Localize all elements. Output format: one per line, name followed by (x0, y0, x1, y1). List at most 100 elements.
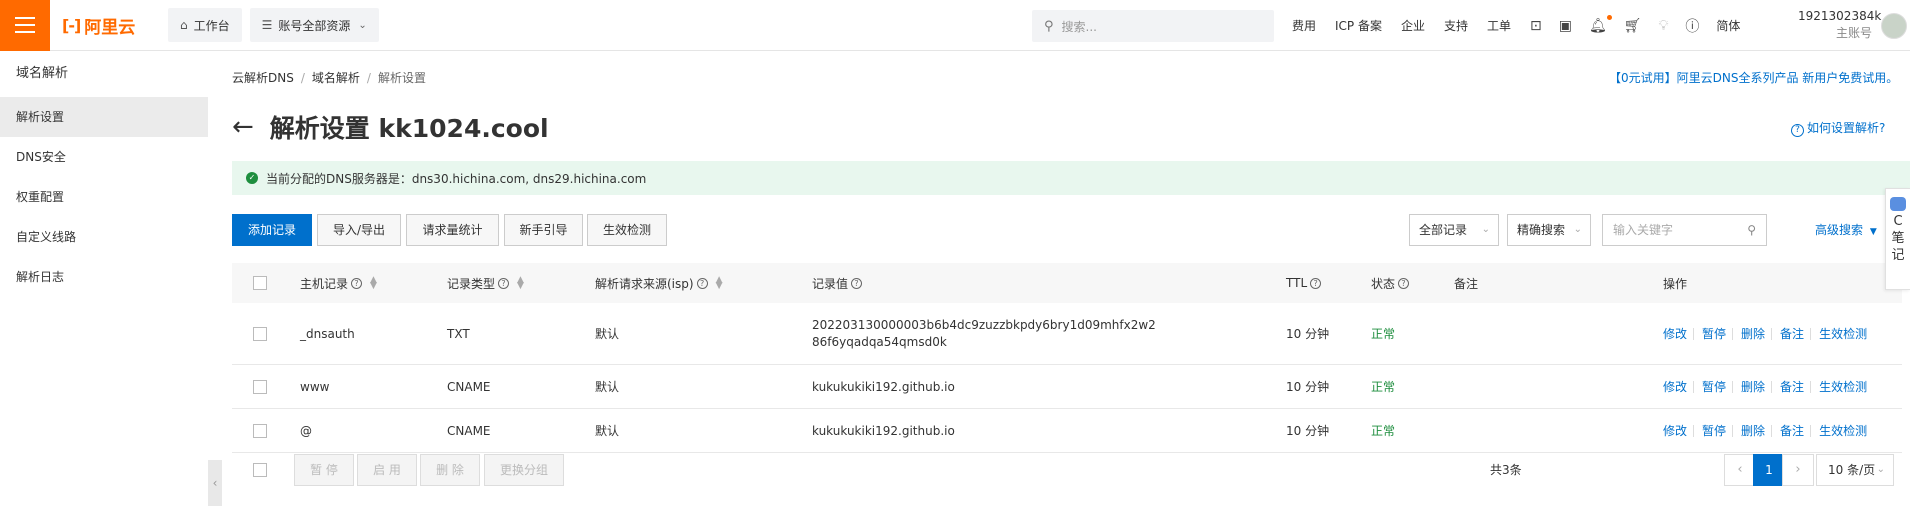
home-icon: ⌂ (180, 18, 188, 32)
page-header: ← 解析设置 kk1024.cool (232, 109, 549, 145)
pause-link[interactable]: 暂停 (1702, 378, 1726, 395)
record-filter-select[interactable]: 全部记录 ⌄ (1409, 214, 1499, 246)
add-record-button[interactable]: 添加记录 (232, 214, 312, 246)
next-page-button[interactable]: › (1782, 454, 1814, 486)
header-ttl-label: TTL (1286, 276, 1308, 290)
top-link-icp[interactable]: ICP 备案 (1335, 17, 1382, 34)
cell-isp: 默认 (595, 327, 620, 341)
edit-link[interactable]: 修改 (1663, 422, 1687, 439)
top-link-support[interactable]: 支持 (1444, 17, 1468, 34)
request-stats-button[interactable]: 请求量统计 (406, 214, 499, 246)
workbench-button[interactable]: ⌂ 工作台 (168, 8, 242, 42)
remark-link[interactable]: 备注 (1780, 422, 1804, 439)
pause-link[interactable]: 暂停 (1702, 325, 1726, 342)
avatar[interactable] (1881, 13, 1907, 39)
sort-icon[interactable]: ▲ ▼ (517, 276, 524, 291)
cell-status: 正常 (1371, 424, 1396, 438)
select-all-checkbox[interactable] (253, 276, 267, 290)
terminal-icon[interactable]: ▣ (1559, 18, 1572, 34)
footer-select-all-checkbox[interactable] (253, 463, 267, 477)
cloud-shell-icon[interactable]: ⊡ (1530, 18, 1542, 34)
divider (1810, 380, 1812, 393)
top-link-enterprise[interactable]: 企业 (1401, 17, 1425, 34)
breadcrumb-item-domain-resolution[interactable]: 域名解析 (312, 71, 360, 85)
back-arrow-icon[interactable]: ← (232, 114, 254, 140)
sidebar-collapse-toggle[interactable]: ‹ (208, 460, 222, 506)
promo-link[interactable]: 【0元试用】阿里云DNS全系列产品 新用户免费试用。 (1609, 69, 1898, 86)
pause-link[interactable]: 暂停 (1702, 422, 1726, 439)
divider (1732, 380, 1734, 393)
global-search-input[interactable]: ⚲ 搜索... (1032, 10, 1274, 42)
floating-notes-widget[interactable]: C 笔 记 (1885, 188, 1910, 290)
search-mode-select[interactable]: 精确搜索 ⌄ (1507, 214, 1591, 246)
sidebar: 域名解析 解析设置 DNS安全 权重配置 自定义线路 解析日志 (0, 51, 208, 506)
effect-check-link[interactable]: 生效检测 (1819, 325, 1867, 342)
divider (1771, 380, 1773, 393)
import-export-button[interactable]: 导入/导出 (317, 214, 401, 246)
divider (1810, 424, 1812, 437)
language-switch[interactable]: 简体 (1716, 17, 1740, 34)
sort-icon[interactable]: ▲ ▼ (370, 276, 377, 291)
breadcrumb-item-cloud-dns[interactable]: 云解析DNS (232, 71, 294, 85)
cell-type: CNAME (447, 379, 491, 394)
search-mode-value: 精确搜索 (1517, 223, 1566, 237)
top-links: 费用 ICP 备案 企业 支持 工单 ⊡ ▣ 🔔︎ 🛒︎ 💡︎ ⓘ 简体 (1292, 0, 1759, 51)
cell-value: kukukukiki192.github.io (812, 379, 955, 394)
remark-link[interactable]: 备注 (1780, 325, 1804, 342)
aliyun-logo[interactable]: [-] 阿里云 (62, 13, 160, 38)
sidebar-item-custom-line[interactable]: 自定义线路 (0, 217, 208, 257)
sidebar-item-dns-log[interactable]: 解析日志 (0, 257, 208, 297)
record-filter-value: 全部记录 (1419, 223, 1468, 237)
edit-link[interactable]: 修改 (1663, 378, 1687, 395)
edit-link[interactable]: 修改 (1663, 325, 1687, 342)
table-footer: 暂 停 启 用 删 除 更换分组 共3条 ‹ 1 › 10 条/页 ⌄ (232, 454, 1902, 486)
batch-pause-button[interactable]: 暂 停 (294, 454, 354, 486)
sidebar-item-weight-config[interactable]: 权重配置 (0, 177, 208, 217)
prev-page-button[interactable]: ‹ (1724, 454, 1756, 486)
help-icon[interactable]: ⓘ (1685, 16, 1699, 36)
guide-button[interactable]: 新手引导 (504, 214, 583, 246)
lightbulb-icon[interactable]: 💡︎ (1659, 18, 1669, 34)
change-group-button[interactable]: 更换分组 (484, 454, 564, 486)
delete-link[interactable]: 删除 (1741, 422, 1765, 439)
header-host[interactable]: 主机记录? ▲ ▼ (300, 263, 377, 303)
cell-host: www (300, 379, 330, 394)
header-isp[interactable]: 解析请求来源(isp)? ▲ ▼ (595, 263, 723, 303)
resources-dropdown[interactable]: ☰ 账号全部资源 ⌄ (249, 8, 379, 42)
sidebar-item-dns-security[interactable]: DNS安全 (0, 137, 208, 177)
menu-icon[interactable] (0, 0, 50, 51)
remark-link[interactable]: 备注 (1780, 378, 1804, 395)
sort-icon[interactable]: ▲ ▼ (716, 276, 723, 291)
top-link-ticket[interactable]: 工单 (1487, 17, 1511, 34)
total-count: 共3条 (1490, 463, 1522, 477)
row-checkbox[interactable] (253, 326, 267, 341)
row-actions: 修改 暂停 删除 备注 生效检测 (1663, 409, 1873, 452)
divider (1693, 380, 1695, 393)
top-link-billing[interactable]: 费用 (1292, 17, 1316, 34)
row-checkbox[interactable] (253, 379, 267, 394)
page-number-button[interactable]: 1 (1753, 454, 1785, 486)
effect-check-link[interactable]: 生效检测 (1819, 422, 1867, 439)
keyword-input[interactable]: 输入关键字 ⚲ (1602, 214, 1767, 246)
batch-enable-button[interactable]: 启 用 (357, 454, 417, 486)
delete-link[interactable]: 删除 (1741, 325, 1765, 342)
sidebar-item-dns-settings[interactable]: 解析设置 (0, 97, 208, 137)
row-checkbox[interactable] (253, 423, 267, 438)
header-type[interactable]: 记录类型? ▲ ▼ (447, 263, 524, 303)
toolbar: 添加记录 导入/导出 请求量统计 新手引导 生效检测 全部记录 ⌄ 精确搜索 ⌄… (232, 214, 1902, 246)
header-status: 状态? (1371, 263, 1410, 303)
cart-icon[interactable]: 🛒︎ (1624, 18, 1642, 34)
delete-link[interactable]: 删除 (1741, 378, 1765, 395)
advanced-search-link[interactable]: 高级搜索 ▼ (1815, 214, 1877, 246)
search-icon[interactable]: ⚲ (1747, 215, 1756, 245)
question-icon: ? (498, 277, 510, 289)
effect-check-button[interactable]: 生效检测 (587, 214, 667, 246)
effect-check-link[interactable]: 生效检测 (1819, 378, 1867, 395)
help-link[interactable]: ? 如何设置解析? (1791, 119, 1885, 137)
user-info[interactable]: 1921302384k 主账号 (1798, 8, 1881, 42)
bell-icon[interactable]: 🔔︎ (1589, 14, 1612, 34)
batch-delete-button[interactable]: 删 除 (420, 454, 480, 486)
divider (1771, 327, 1773, 340)
dns-records-table: 主机记录? ▲ ▼ 记录类型? ▲ ▼ 解析请求来源(isp)? ▲ ▼ 记录值? TTL?… (232, 263, 1902, 453)
page-size-select[interactable]: 10 条/页 ⌄ (1816, 454, 1894, 486)
